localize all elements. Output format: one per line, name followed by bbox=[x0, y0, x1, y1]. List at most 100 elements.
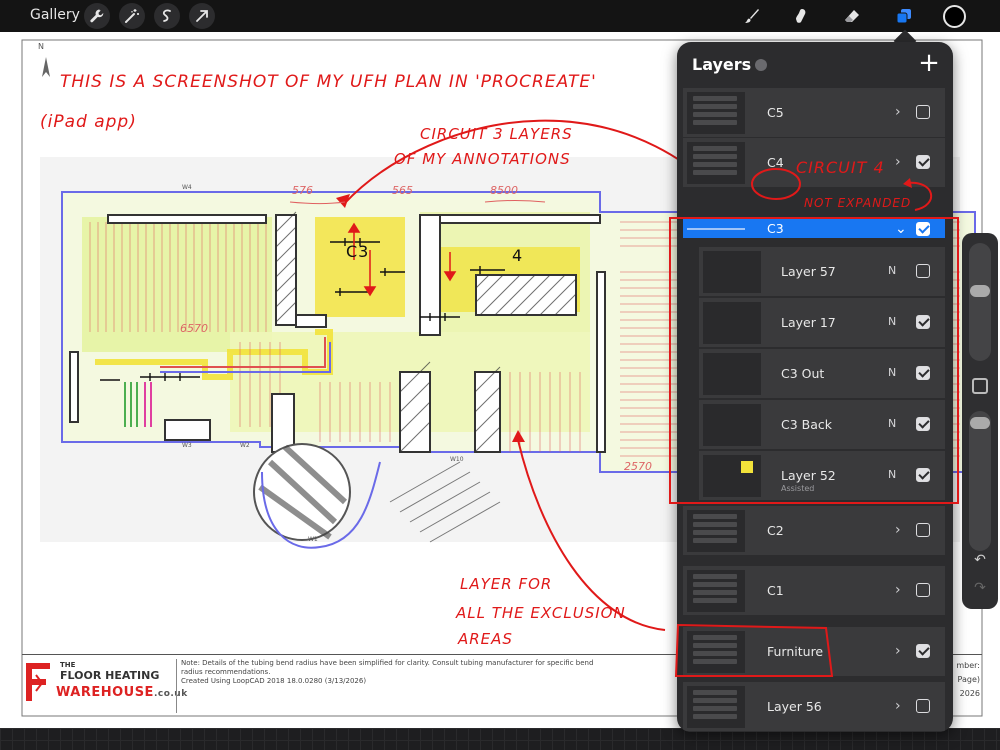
smudge-icon[interactable] bbox=[788, 3, 814, 29]
blend-mode-button[interactable]: N bbox=[888, 264, 896, 277]
thumbnail-line bbox=[693, 659, 737, 664]
brush-size-slider[interactable] bbox=[969, 243, 991, 361]
annotation-exclusion-line3: areas bbox=[458, 630, 513, 648]
procreate-app: Gallery THIS IS A SCREENSHOT OF MY UFH P… bbox=[0, 0, 1000, 750]
layer-row-layer-52[interactable]: Layer 52 Assisted N bbox=[699, 451, 945, 501]
chevron-right-icon[interactable]: › bbox=[895, 153, 909, 171]
annotation-exclusion-line1: Layer for bbox=[460, 575, 553, 593]
blend-mode-button[interactable]: N bbox=[888, 468, 896, 481]
transform-arrow-icon[interactable] bbox=[189, 3, 215, 29]
layers-title: Layers bbox=[692, 55, 752, 74]
layer-row-c2[interactable]: C2 › bbox=[683, 506, 945, 556]
layer-visibility-checkbox[interactable] bbox=[916, 264, 930, 278]
logo-warehouse: WAREHOUSE.co.uk bbox=[56, 685, 188, 700]
thumbnail-line bbox=[693, 714, 737, 719]
chevron-right-icon[interactable]: › bbox=[895, 697, 909, 715]
layer-row-c5[interactable]: C5 › bbox=[683, 88, 945, 138]
layer-visibility-checkbox[interactable] bbox=[916, 644, 930, 658]
undo-button[interactable]: ↶ bbox=[971, 551, 989, 569]
layers-icon[interactable] bbox=[891, 3, 917, 29]
thumbnail-line bbox=[693, 96, 737, 101]
thumbnail-line bbox=[693, 582, 737, 587]
layer-thumbnail bbox=[703, 302, 761, 344]
thumbnail-group-lines bbox=[693, 146, 737, 178]
layer-row-c3-out[interactable]: C3 Out N bbox=[699, 349, 945, 399]
color-swatch[interactable] bbox=[943, 5, 966, 28]
thumbnail-line bbox=[693, 690, 737, 695]
annotation-not-expanded: not expanded bbox=[804, 196, 912, 210]
thumbnail-line bbox=[693, 538, 737, 543]
layer-row-layer-17[interactable]: Layer 17 N bbox=[699, 298, 945, 348]
add-layer-button[interactable]: + bbox=[915, 50, 943, 78]
chevron-right-icon[interactable]: › bbox=[895, 642, 909, 660]
opacity-slider[interactable] bbox=[969, 411, 991, 551]
chevron-right-icon[interactable]: › bbox=[895, 581, 909, 599]
dim-label: 565 bbox=[392, 184, 413, 197]
chevron-right-icon[interactable]: › bbox=[895, 103, 909, 121]
dim-label: 8500 bbox=[490, 184, 518, 197]
chevron-down-icon[interactable]: ⌄ bbox=[895, 220, 909, 238]
layer-thumbnail bbox=[687, 510, 745, 552]
room-label-4: 4 bbox=[512, 246, 524, 265]
layer-name: C4 bbox=[767, 155, 784, 170]
wrench-icon[interactable] bbox=[84, 3, 110, 29]
layers-header: Layers + bbox=[677, 42, 953, 88]
layer-visibility-checkbox[interactable] bbox=[916, 523, 930, 537]
brush-size-thumb[interactable] bbox=[970, 285, 990, 298]
layer-visibility-checkbox[interactable] bbox=[916, 699, 930, 713]
dim-label: 2570 bbox=[624, 460, 652, 473]
layer-row-layer-56[interactable]: Layer 56 › bbox=[683, 682, 945, 732]
layer-row-layer-57[interactable]: Layer 57 N bbox=[699, 247, 945, 297]
layer-thumbnail bbox=[687, 631, 745, 673]
created-line: Created Using LoopCAD 2018 18.0.0280 (3/… bbox=[181, 677, 367, 685]
tool-sidebar: ↶ ↷ bbox=[962, 233, 998, 609]
chevron-right-icon[interactable]: › bbox=[895, 521, 909, 539]
thumbnail-line bbox=[693, 162, 737, 167]
annotation-intro-line2: (iPad app) bbox=[40, 112, 137, 132]
layer-visibility-checkbox[interactable] bbox=[916, 583, 930, 597]
layer-name: C1 bbox=[767, 583, 784, 598]
annotation-circuit3-line1: Circuit 3 layers bbox=[420, 125, 573, 143]
layer-row-c3-back[interactable]: C3 Back N bbox=[699, 400, 945, 450]
thumbnail-group-lines bbox=[693, 514, 737, 546]
annotation-circuit4: Circuit 4 bbox=[796, 158, 885, 177]
gallery-button[interactable]: Gallery bbox=[30, 7, 80, 23]
modify-button[interactable] bbox=[972, 378, 988, 394]
layer-name: Layer 52 bbox=[781, 468, 836, 483]
title-right-line: 2026 bbox=[959, 689, 980, 698]
thumbnail-line bbox=[693, 698, 737, 703]
layer-name: Furniture bbox=[767, 644, 824, 659]
thumbnail-group-lines bbox=[693, 574, 737, 606]
selection-icon[interactable] bbox=[154, 3, 180, 29]
blend-mode-button[interactable]: N bbox=[888, 417, 896, 430]
room-label-c3: C3 bbox=[346, 242, 370, 261]
thumbnail-yellow-mark bbox=[741, 461, 753, 473]
layer-visibility-checkbox[interactable] bbox=[916, 222, 930, 236]
wall-label: W4 bbox=[182, 184, 192, 191]
redo-button[interactable]: ↷ bbox=[971, 579, 989, 597]
layer-thumbnail bbox=[703, 353, 761, 395]
layer-visibility-checkbox[interactable] bbox=[916, 417, 930, 431]
magic-wand-icon[interactable] bbox=[119, 3, 145, 29]
layer-visibility-checkbox[interactable] bbox=[916, 155, 930, 169]
layer-visibility-checkbox[interactable] bbox=[916, 366, 930, 380]
chevron-down-icon[interactable] bbox=[755, 59, 767, 71]
blend-mode-button[interactable]: N bbox=[888, 315, 896, 328]
layer-row-c1[interactable]: C1 › bbox=[683, 566, 945, 616]
layer-visibility-checkbox[interactable] bbox=[916, 468, 930, 482]
blend-mode-button[interactable]: N bbox=[888, 366, 896, 379]
layer-name: C3 Out bbox=[781, 366, 825, 381]
layer-visibility-checkbox[interactable] bbox=[916, 105, 930, 119]
thumbnail-line bbox=[693, 514, 737, 519]
wall-label: W2 bbox=[240, 442, 250, 449]
brush-icon[interactable] bbox=[739, 3, 765, 29]
layer-visibility-checkbox[interactable] bbox=[916, 315, 930, 329]
eraser-icon[interactable] bbox=[839, 3, 865, 29]
top-toolbar: Gallery bbox=[0, 0, 1000, 32]
thumbnail-line bbox=[693, 104, 737, 109]
thumbnail-group-lines bbox=[693, 635, 737, 667]
thumbnail-line bbox=[693, 530, 737, 535]
opacity-thumb[interactable] bbox=[970, 417, 990, 430]
layer-row-c3[interactable]: C3 ⌄ bbox=[683, 219, 945, 239]
layer-row-furniture[interactable]: Furniture › bbox=[683, 627, 945, 677]
